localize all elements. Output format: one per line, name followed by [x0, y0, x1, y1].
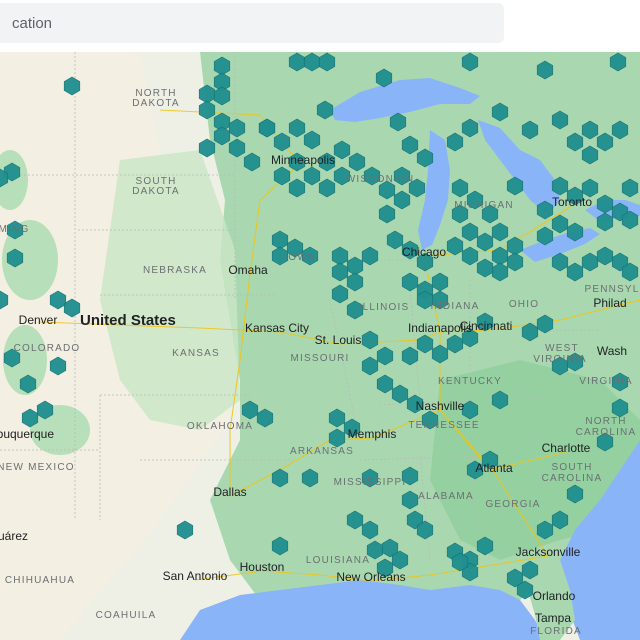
- state-label: GEORGIA: [485, 499, 540, 510]
- city-label: Denver: [19, 313, 58, 327]
- city-marker[interactable]: Kansas City: [245, 321, 309, 335]
- city-label: Jacksonville: [516, 545, 581, 559]
- state-label: MISSOURI: [290, 353, 349, 364]
- city-label: Kansas City: [245, 321, 309, 335]
- search-input-text: cation: [12, 14, 53, 32]
- city-label: San Antonio: [163, 569, 228, 583]
- state-label: TENNESSEE: [408, 420, 479, 431]
- state-label: MING: [0, 224, 29, 235]
- city-label: Wash: [597, 344, 627, 358]
- city-marker[interactable]: Houston: [240, 560, 285, 574]
- state-label: KANSAS: [172, 348, 220, 359]
- city-label: Juárez: [0, 529, 28, 543]
- state-label: WEST: [545, 343, 579, 354]
- state-label: IOWA: [284, 252, 315, 263]
- state-label: PENNSYL: [584, 284, 639, 295]
- state-label: KENTUCKY: [438, 376, 502, 387]
- city-label: Chicago: [402, 245, 446, 259]
- state-label: CAROLINA: [542, 473, 603, 484]
- state-label: ALABAMA: [418, 491, 474, 502]
- search-input[interactable]: cation: [0, 3, 504, 43]
- state-label: OKLAHOMA: [187, 421, 253, 432]
- city-marker[interactable]: Dallas: [213, 485, 246, 499]
- state-label: DAKOTA: [132, 186, 180, 197]
- state-label: CHIHUAHUA: [5, 575, 75, 586]
- search-bar: cation: [0, 0, 640, 52]
- state-label: OHIO: [509, 299, 539, 310]
- state-label: WISCONSIN: [346, 174, 415, 185]
- state-label: MICHIGAN: [454, 200, 514, 211]
- city-marker[interactable]: Jacksonville: [516, 545, 581, 559]
- state-label: ARKANSAS: [290, 446, 354, 457]
- city-label: Cincinnati: [460, 319, 513, 333]
- city-marker[interactable]: Denver: [19, 313, 58, 327]
- state-label: NEW MEXICO: [0, 462, 75, 473]
- city-marker[interactable]: Toronto: [552, 195, 592, 209]
- state-label: VIRGINIA: [579, 376, 633, 387]
- state-label: INDIANA: [431, 301, 480, 312]
- city-marker[interactable]: Wash: [597, 344, 627, 358]
- state-label: CAROLINA: [576, 427, 637, 438]
- state-label: LOUISIANA: [306, 555, 370, 566]
- city-marker[interactable]: Memphis: [348, 427, 397, 441]
- city-marker[interactable]: Orlando: [533, 589, 576, 603]
- city-marker[interactable]: Cincinnati: [460, 319, 513, 333]
- state-label: ILLINOIS: [359, 302, 410, 313]
- state-label: SOUTH: [552, 462, 593, 473]
- city-marker[interactable]: Omaha: [228, 263, 268, 277]
- city-marker[interactable]: Nashville: [416, 399, 465, 413]
- city-marker[interactable]: St. Louis: [315, 333, 362, 347]
- city-label: Omaha: [228, 263, 268, 277]
- state-label: VIRGINIA: [533, 354, 587, 365]
- state-label: COAHUILA: [96, 610, 157, 621]
- city-marker[interactable]: New Orleans: [336, 570, 405, 584]
- state-label: NEBRASKA: [143, 265, 207, 276]
- city-marker[interactable]: Charlotte: [542, 441, 591, 455]
- city-label: Dallas: [213, 485, 246, 499]
- country-label: United States: [80, 312, 176, 329]
- city-marker[interactable]: Minneapolis: [271, 153, 335, 167]
- city-label: St. Louis: [315, 333, 362, 347]
- city-marker[interactable]: San Antonio: [163, 569, 228, 583]
- city-marker[interactable]: Atlanta: [475, 461, 513, 475]
- city-marker[interactable]: Tampa: [535, 611, 571, 625]
- city-label: Albuquerque: [0, 427, 54, 441]
- state-label: FLORIDA: [530, 626, 582, 637]
- city-label: Atlanta: [475, 461, 513, 475]
- city-label: Philad: [593, 296, 626, 310]
- city-marker[interactable]: Juárez: [0, 529, 28, 543]
- city-label: Toronto: [552, 195, 592, 209]
- state-label: COLORADO: [14, 343, 81, 354]
- city-label: Tampa: [535, 611, 571, 625]
- city-marker[interactable]: Albuquerque: [0, 427, 54, 441]
- state-label: MISSISSIPPI: [334, 477, 407, 488]
- city-marker[interactable]: Philad: [593, 296, 626, 310]
- city-label: New Orleans: [336, 570, 405, 584]
- city-label: Nashville: [416, 399, 465, 413]
- city-label: Memphis: [348, 427, 397, 441]
- map-view[interactable]: NORTH DAKOTA SOUTH DAKOTA MING NEBRASKA IOWA WI…: [0, 52, 640, 640]
- city-label: Charlotte: [542, 441, 591, 455]
- city-marker[interactable]: Chicago: [402, 245, 446, 259]
- city-label: Houston: [240, 560, 285, 574]
- state-label: DAKOTA: [132, 98, 180, 109]
- city-label: Orlando: [533, 589, 576, 603]
- city-label: Minneapolis: [271, 153, 335, 167]
- state-label: NORTH: [585, 416, 626, 427]
